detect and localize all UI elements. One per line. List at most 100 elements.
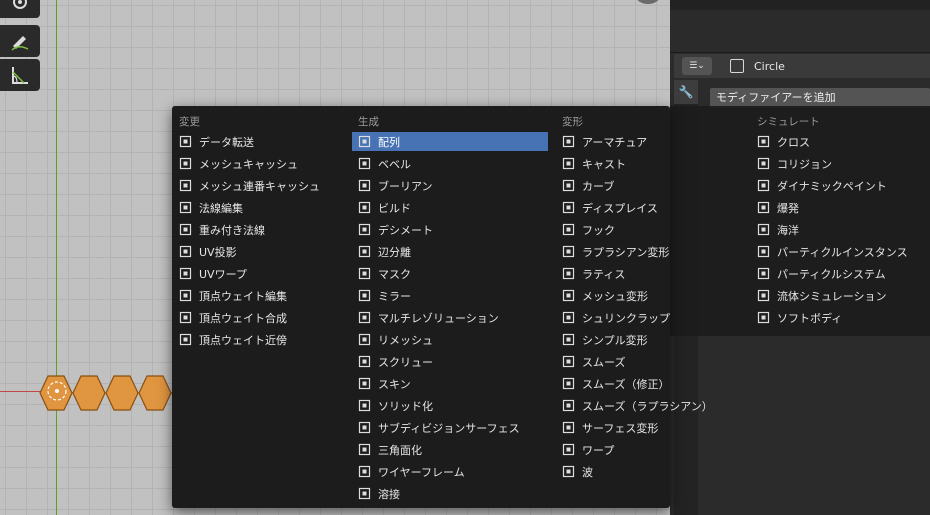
editor-type-button[interactable]: ☰⌄ — [682, 57, 712, 75]
menu-item-normal-edit[interactable]: 法線編集 — [173, 198, 343, 217]
mask-icon — [358, 267, 371, 280]
menu-item-armature[interactable]: アーマチュア — [556, 132, 706, 151]
menu-item-label: コリジョン — [777, 157, 832, 171]
menu-item-label: メッシュキャッシュ — [199, 157, 298, 171]
menu-item-shrinkwrap[interactable]: シュリンクラップ — [556, 308, 706, 327]
menu-item-label: アーマチュア — [582, 135, 648, 149]
menu-column-title: 変形 — [562, 116, 583, 128]
menu-item-weighted-normal[interactable]: 重み付き法線 — [173, 220, 343, 239]
menu-item-label: サーフェス変形 — [582, 421, 659, 435]
menu-item-wireframe[interactable]: ワイヤーフレーム — [352, 462, 548, 481]
menu-item-hook[interactable]: フック — [556, 220, 706, 239]
transform-tool-button[interactable] — [0, 0, 40, 18]
menu-item-label: ラプラシアン変形 — [582, 245, 670, 259]
menu-item-label: フック — [582, 223, 615, 237]
menu-item-edge-split[interactable]: 辺分離 — [352, 242, 548, 261]
menu-item-displace[interactable]: ディスプレイス — [556, 198, 706, 217]
menu-item-laplacian-deform[interactable]: ラプラシアン変形 — [556, 242, 706, 261]
menu-item-collision[interactable]: コリジョン — [751, 154, 923, 173]
menu-item-mesh-deform[interactable]: メッシュ変形 — [556, 286, 706, 305]
menu-item-label: シュリンクラップ — [582, 311, 670, 325]
menu-item-label: ソリッド化 — [378, 399, 433, 413]
menu-item-label: デシメート — [378, 223, 433, 237]
menu-item-screw[interactable]: スクリュー — [352, 352, 548, 371]
menu-item-boolean[interactable]: ブーリアン — [352, 176, 548, 195]
menu-item-mesh-cache[interactable]: メッシュキャッシュ — [173, 154, 343, 173]
menu-item-label: 配列 — [378, 135, 400, 149]
menu-item-surface-deform[interactable]: サーフェス変形 — [556, 418, 706, 437]
menu-item-cast[interactable]: キャスト — [556, 154, 706, 173]
explode-icon — [757, 201, 770, 214]
menu-item-lattice[interactable]: ラティス — [556, 264, 706, 283]
menu-item-wave[interactable]: 波 — [556, 462, 706, 481]
weighted-normal-icon — [179, 223, 192, 236]
menu-item-uv-project[interactable]: UV投影 — [173, 242, 343, 261]
solidify-icon — [358, 399, 371, 412]
tool-tab-icon[interactable]: 🔧 — [674, 80, 698, 104]
menu-column-title: 変更 — [179, 116, 200, 128]
menu-item-label: 爆発 — [777, 201, 799, 215]
menu-item-cloth[interactable]: クロス — [751, 132, 923, 151]
menu-item-label: シンプル変形 — [582, 333, 648, 347]
menu-item-mirror[interactable]: ミラー — [352, 286, 548, 305]
menu-item-particle-system[interactable]: パーティクルシステム — [751, 264, 923, 283]
menu-item-multires[interactable]: マルチレゾリューション — [352, 308, 548, 327]
ocean-icon — [757, 223, 770, 236]
menu-item-label: 法線編集 — [199, 201, 243, 215]
menu-item-build[interactable]: ビルド — [352, 198, 548, 217]
menu-item-corrective-smooth[interactable]: スムーズ（修正） — [556, 374, 706, 393]
menu-item-warp[interactable]: ワープ — [556, 440, 706, 459]
menu-item-subsurf[interactable]: サブディビジョンサーフェス — [352, 418, 548, 437]
menu-item-solidify[interactable]: ソリッド化 — [352, 396, 548, 415]
menu-item-simple-deform[interactable]: シンプル変形 — [556, 330, 706, 349]
properties-header: ☰⌄ Circle — [674, 54, 930, 78]
annotate-tool-button[interactable] — [0, 25, 40, 57]
menu-item-vertex-weight-mix[interactable]: 頂点ウェイト合成 — [173, 308, 343, 327]
surface-deform-icon — [562, 421, 575, 434]
smooth-icon — [562, 355, 575, 368]
menu-item-label: 辺分離 — [378, 245, 411, 259]
menu-item-uv-warp[interactable]: UVワープ — [173, 264, 343, 283]
displace-icon — [562, 201, 575, 214]
subsurf-icon — [358, 421, 371, 434]
menu-item-smooth[interactable]: スムーズ — [556, 352, 706, 371]
add-modifier-button[interactable]: モディファイアーを追加 — [710, 88, 930, 108]
menu-item-label: ディスプレイス — [582, 201, 658, 215]
menu-item-weld[interactable]: 溶接 — [352, 484, 548, 503]
menu-item-fluid[interactable]: 流体シミュレーション — [751, 286, 923, 305]
armature-icon — [562, 135, 575, 148]
menu-item-soft-body[interactable]: ソフトボディ — [751, 308, 923, 327]
menu-item-mesh-sequence-cache[interactable]: メッシュ連番キャッシュ — [173, 176, 343, 195]
laplacian-deform-icon — [562, 245, 575, 258]
menu-item-remesh[interactable]: リメッシュ — [352, 330, 548, 349]
menu-item-particle-instance[interactable]: パーティクルインスタンス — [751, 242, 923, 261]
menu-item-label: スクリュー — [378, 355, 433, 369]
menu-item-array[interactable]: 配列 — [352, 132, 548, 151]
vertex-weight-edit-icon — [179, 289, 192, 302]
menu-item-decimate[interactable]: デシメート — [352, 220, 548, 239]
menu-item-mask[interactable]: マスク — [352, 264, 548, 283]
menu-item-dynamic-paint[interactable]: ダイナミックペイント — [751, 176, 923, 195]
remesh-icon — [358, 333, 371, 346]
measure-tool-button[interactable] — [0, 59, 40, 91]
menu-item-laplacian-smooth[interactable]: スムーズ（ラプラシアン） — [556, 396, 713, 415]
menu-item-label: 流体シミュレーション — [777, 289, 887, 303]
menu-item-curve[interactable]: カーブ — [556, 176, 706, 195]
outliner-bottom — [670, 0, 930, 10]
menu-item-label: ベベル — [378, 157, 411, 171]
menu-item-skin[interactable]: スキン — [352, 374, 548, 393]
annotate-icon — [11, 36, 29, 51]
fluid-icon — [757, 289, 770, 302]
menu-item-ocean[interactable]: 海洋 — [751, 220, 923, 239]
cast-icon — [562, 157, 575, 170]
menu-item-label: UV投影 — [199, 245, 237, 259]
menu-item-vertex-weight-edit[interactable]: 頂点ウェイト編集 — [173, 286, 343, 305]
navigation-gizmo[interactable] — [636, 0, 660, 4]
measure-icon — [12, 67, 28, 84]
menu-item-explode[interactable]: 爆発 — [751, 198, 923, 217]
menu-item-triangulate[interactable]: 三角面化 — [352, 440, 548, 459]
menu-item-data-transfer[interactable]: データ転送 — [173, 132, 343, 151]
uv-warp-icon — [179, 267, 192, 280]
menu-item-bevel[interactable]: ベベル — [352, 154, 548, 173]
menu-item-vertex-weight-proximity[interactable]: 頂点ウェイト近傍 — [173, 330, 343, 349]
